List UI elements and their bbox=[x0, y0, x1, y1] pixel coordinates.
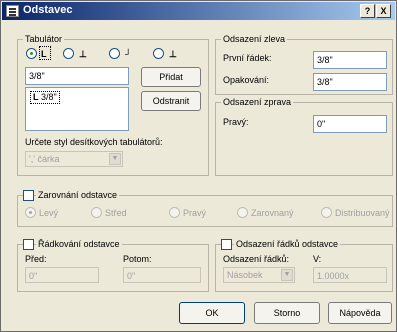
tab-group-title: Tabulátor bbox=[23, 34, 65, 44]
first-line-label: První řádek: bbox=[223, 53, 272, 63]
alignment-checkbox[interactable] bbox=[23, 190, 34, 201]
decimal-style-value: ',' čárka bbox=[29, 154, 60, 164]
decimal-style-label: Určete styl desítkových tabulátorů: bbox=[25, 137, 163, 147]
tab-left-radio[interactable] bbox=[26, 48, 37, 59]
before-label: Před: bbox=[25, 254, 47, 264]
tab-decimal-icon: ⊥ bbox=[169, 49, 177, 59]
spacing-title: Řádkování odstavce bbox=[36, 239, 122, 249]
spacing-checkbox[interactable] bbox=[23, 239, 34, 250]
paragraph-icon bbox=[6, 5, 19, 17]
align-justify-label: Zarovnaný bbox=[251, 208, 294, 218]
line-mode-value: Násobek bbox=[227, 270, 263, 280]
tab-value-input[interactable]: 3/8" bbox=[25, 67, 129, 85]
align-center-label: Střed bbox=[105, 208, 127, 218]
align-center-radio[interactable] bbox=[91, 207, 102, 218]
chevron-down-icon: ▼ bbox=[109, 153, 121, 165]
help-label: Nápověda bbox=[339, 308, 381, 318]
remove-tab-label: Odstranit bbox=[152, 96, 190, 106]
paragraph-dialog: Odstavec ? X Tabulátor L ⊥ ┘ ⊥ 3/8" Přid… bbox=[0, 0, 397, 332]
remove-tab-button[interactable]: Odstranit bbox=[141, 91, 201, 111]
tab-left-list-icon: L bbox=[33, 92, 39, 102]
after-label: Potom: bbox=[123, 254, 152, 264]
align-right-radio[interactable] bbox=[169, 207, 180, 218]
first-line-input[interactable]: 3/8" bbox=[313, 51, 387, 69]
align-distributed-radio[interactable] bbox=[321, 207, 332, 218]
hanging-label: Opakování: bbox=[223, 75, 270, 85]
line-value-input[interactable]: 1.0000x bbox=[313, 267, 387, 283]
window-title: Odstavec bbox=[23, 4, 73, 16]
align-right-label: Pravý bbox=[183, 208, 207, 218]
line-value-label: V: bbox=[313, 254, 322, 264]
tab-decimal-radio[interactable] bbox=[153, 48, 164, 59]
right-indent-title: Odsazení zprava bbox=[221, 97, 294, 107]
after-input[interactable]: 0" bbox=[123, 267, 201, 283]
cancel-label: Storno bbox=[273, 308, 301, 318]
tab-center-radio[interactable] bbox=[63, 48, 74, 59]
line-mode-select[interactable]: Násobek ▼ bbox=[223, 267, 295, 283]
tab-center-icon: ⊥ bbox=[79, 49, 87, 59]
right-input[interactable]: 0" bbox=[313, 115, 387, 133]
add-tab-label: Přidat bbox=[159, 72, 183, 82]
align-justify-radio[interactable] bbox=[237, 207, 248, 218]
right-indent-group: Odsazení zprava bbox=[215, 97, 393, 176]
help-button[interactable]: Nápověda bbox=[328, 302, 392, 324]
align-left-label: Levý bbox=[39, 208, 59, 218]
close-title-button[interactable]: X bbox=[376, 4, 391, 18]
tab-right-icon: ┘ bbox=[125, 49, 132, 59]
tab-list[interactable]: L 3/8" bbox=[25, 87, 129, 131]
chevron-down-icon: ▼ bbox=[281, 269, 293, 281]
alignment-title: Zarovnání odstavce bbox=[36, 190, 120, 200]
help-title-button[interactable]: ? bbox=[360, 4, 375, 18]
title-bar[interactable]: Odstavec ? X bbox=[2, 2, 395, 20]
right-label: Pravý: bbox=[223, 117, 249, 127]
decimal-style-select[interactable]: ',' čárka ▼ bbox=[25, 151, 123, 167]
ok-label: OK bbox=[205, 308, 219, 318]
align-left-radio[interactable] bbox=[25, 207, 36, 218]
cancel-button[interactable]: Storno bbox=[254, 302, 320, 324]
tab-right-radio[interactable] bbox=[109, 48, 120, 59]
tab-left-icon: L bbox=[41, 49, 47, 59]
line-spacing-checkbox[interactable] bbox=[221, 239, 232, 250]
add-tab-button[interactable]: Přidat bbox=[141, 67, 201, 87]
line-mode-label: Odsazení řádků: bbox=[223, 254, 290, 264]
tab-list-item[interactable]: L 3/8" bbox=[30, 91, 60, 104]
before-input[interactable]: 0" bbox=[25, 267, 99, 283]
left-indent-title: Odsazení zleva bbox=[221, 34, 288, 44]
line-spacing-title: Odsazení řádků odstavce bbox=[234, 239, 341, 249]
ok-button[interactable]: OK bbox=[179, 302, 245, 324]
align-distributed-label: Distribuovaný bbox=[335, 208, 390, 218]
hanging-input[interactable]: 3/8" bbox=[313, 73, 387, 91]
